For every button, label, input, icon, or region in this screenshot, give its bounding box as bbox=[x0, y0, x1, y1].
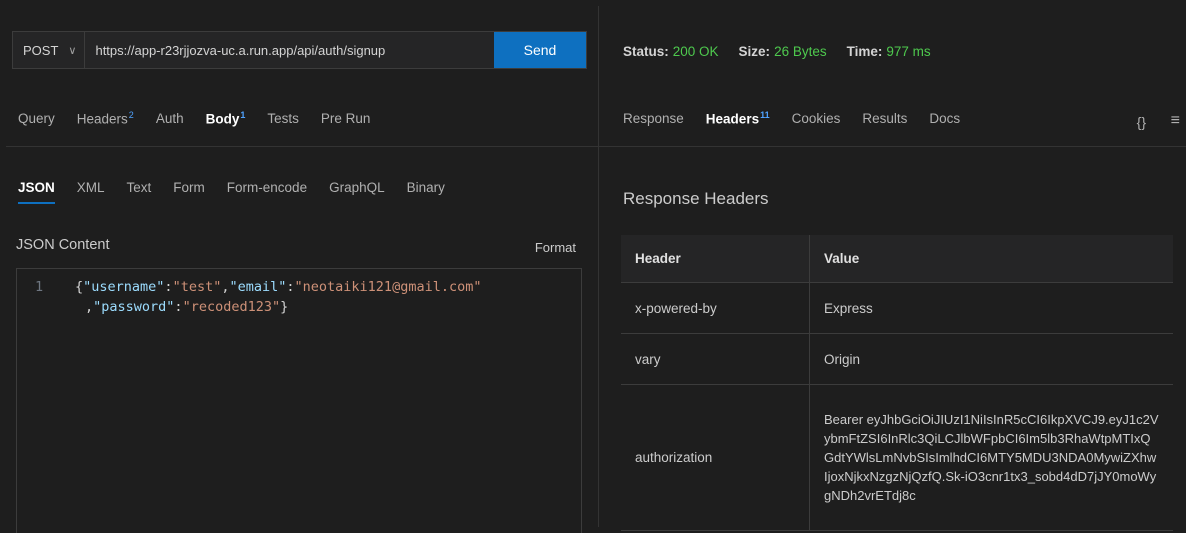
tab-pre-run[interactable]: Pre Run bbox=[321, 111, 371, 126]
method-select[interactable]: POST ∨ bbox=[13, 32, 86, 68]
table-row: vary Origin bbox=[621, 333, 1173, 385]
column-value: Value bbox=[809, 235, 1173, 283]
tab-headers[interactable]: Headers2 bbox=[77, 110, 134, 127]
request-pane: POST ∨ https://app-r23rjjozva-uc.a.run.a… bbox=[6, 6, 599, 533]
header-value: Origin bbox=[809, 333, 1173, 385]
method-label: POST bbox=[23, 42, 59, 58]
tab-response-headers[interactable]: Headers11 bbox=[706, 110, 770, 127]
json-editor[interactable]: 1 {"username":"test","email":"neotaiki12… bbox=[16, 268, 582, 533]
time-value: 977 ms bbox=[886, 44, 931, 59]
menu-icon[interactable]: ≡ bbox=[1171, 112, 1180, 130]
tab-auth[interactable]: Auth bbox=[156, 111, 184, 126]
status-value: 200 OK bbox=[672, 44, 719, 59]
table-header-row: Header Value bbox=[621, 235, 1173, 283]
tab-docs[interactable]: Docs bbox=[929, 111, 960, 126]
code-content: {"username":"test","email":"neotaiki121@… bbox=[75, 279, 482, 315]
size-info: Size: 26 Bytes bbox=[738, 44, 827, 59]
format-button[interactable]: Format bbox=[535, 240, 576, 255]
table-row: x-powered-by Express bbox=[621, 282, 1173, 334]
body-count-badge: 1 bbox=[240, 110, 246, 120]
headers-count-badge: 2 bbox=[128, 110, 134, 120]
status-info: Status: 200 OK bbox=[623, 44, 719, 59]
braces-icon[interactable]: {} bbox=[1137, 114, 1146, 130]
json-content-label: JSON Content bbox=[16, 237, 110, 253]
header-name: authorization bbox=[621, 384, 810, 531]
response-status-bar: Status: 200 OK Size: 26 Bytes Time: 977 ms bbox=[623, 44, 951, 59]
header-value: Bearer eyJhbGciOiJIUzI1NiIsInR5cCI6IkpXV… bbox=[809, 384, 1173, 531]
response-headers-table: Header Value x-powered-by Express vary O… bbox=[621, 235, 1173, 531]
tabs-divider bbox=[6, 146, 598, 147]
send-button[interactable]: Send bbox=[494, 32, 586, 68]
tab-cookies[interactable]: Cookies bbox=[792, 111, 841, 126]
url-input[interactable]: https://app-r23rjjozva-uc.a.run.app/api/… bbox=[85, 32, 494, 68]
tab-text[interactable]: Text bbox=[127, 180, 152, 195]
tab-binary[interactable]: Binary bbox=[407, 180, 445, 195]
tab-form[interactable]: Form bbox=[173, 180, 205, 195]
tab-query[interactable]: Query bbox=[18, 111, 55, 126]
line-number: 1 bbox=[35, 279, 44, 295]
response-tabs: Response Headers11 Cookies Results Docs bbox=[623, 110, 982, 127]
tab-xml[interactable]: XML bbox=[77, 180, 105, 195]
time-info: Time: 977 ms bbox=[846, 44, 931, 59]
response-headers-count-badge: 11 bbox=[760, 110, 770, 120]
header-value: Express bbox=[809, 282, 1173, 334]
column-header: Header bbox=[621, 235, 810, 283]
request-tabs: Query Headers2 Auth Body1 Tests Pre Run bbox=[18, 110, 392, 127]
tab-json[interactable]: JSON bbox=[18, 180, 55, 204]
response-pane: Status: 200 OK Size: 26 Bytes Time: 977 ms … bbox=[599, 6, 1186, 531]
tab-tests[interactable]: Tests bbox=[267, 111, 299, 126]
response-tabs-divider bbox=[599, 146, 1186, 147]
response-headers-title: Response Headers bbox=[623, 189, 769, 208]
url-bar: POST ∨ https://app-r23rjjozva-uc.a.run.a… bbox=[12, 31, 587, 69]
header-name: x-powered-by bbox=[621, 282, 810, 334]
chevron-down-icon: ∨ bbox=[68, 44, 77, 57]
authorization-token: Bearer eyJhbGciOiJIUzI1NiIsInR5cCI6IkpXV… bbox=[824, 412, 1159, 503]
tab-form-encode[interactable]: Form-encode bbox=[227, 180, 307, 195]
tab-body[interactable]: Body1 bbox=[206, 110, 246, 127]
tab-response[interactable]: Response bbox=[623, 111, 684, 126]
tab-graphql[interactable]: GraphQL bbox=[329, 180, 385, 195]
table-row: authorization Bearer eyJhbGciOiJIUzI1NiI… bbox=[621, 384, 1173, 531]
size-value: 26 Bytes bbox=[774, 44, 827, 59]
tab-results[interactable]: Results bbox=[862, 111, 907, 126]
body-type-tabs: JSON XML Text Form Form-encode GraphQL B… bbox=[18, 180, 467, 204]
header-name: vary bbox=[621, 333, 810, 385]
app-frame: POST ∨ https://app-r23rjjozva-uc.a.run.a… bbox=[6, 6, 1186, 533]
